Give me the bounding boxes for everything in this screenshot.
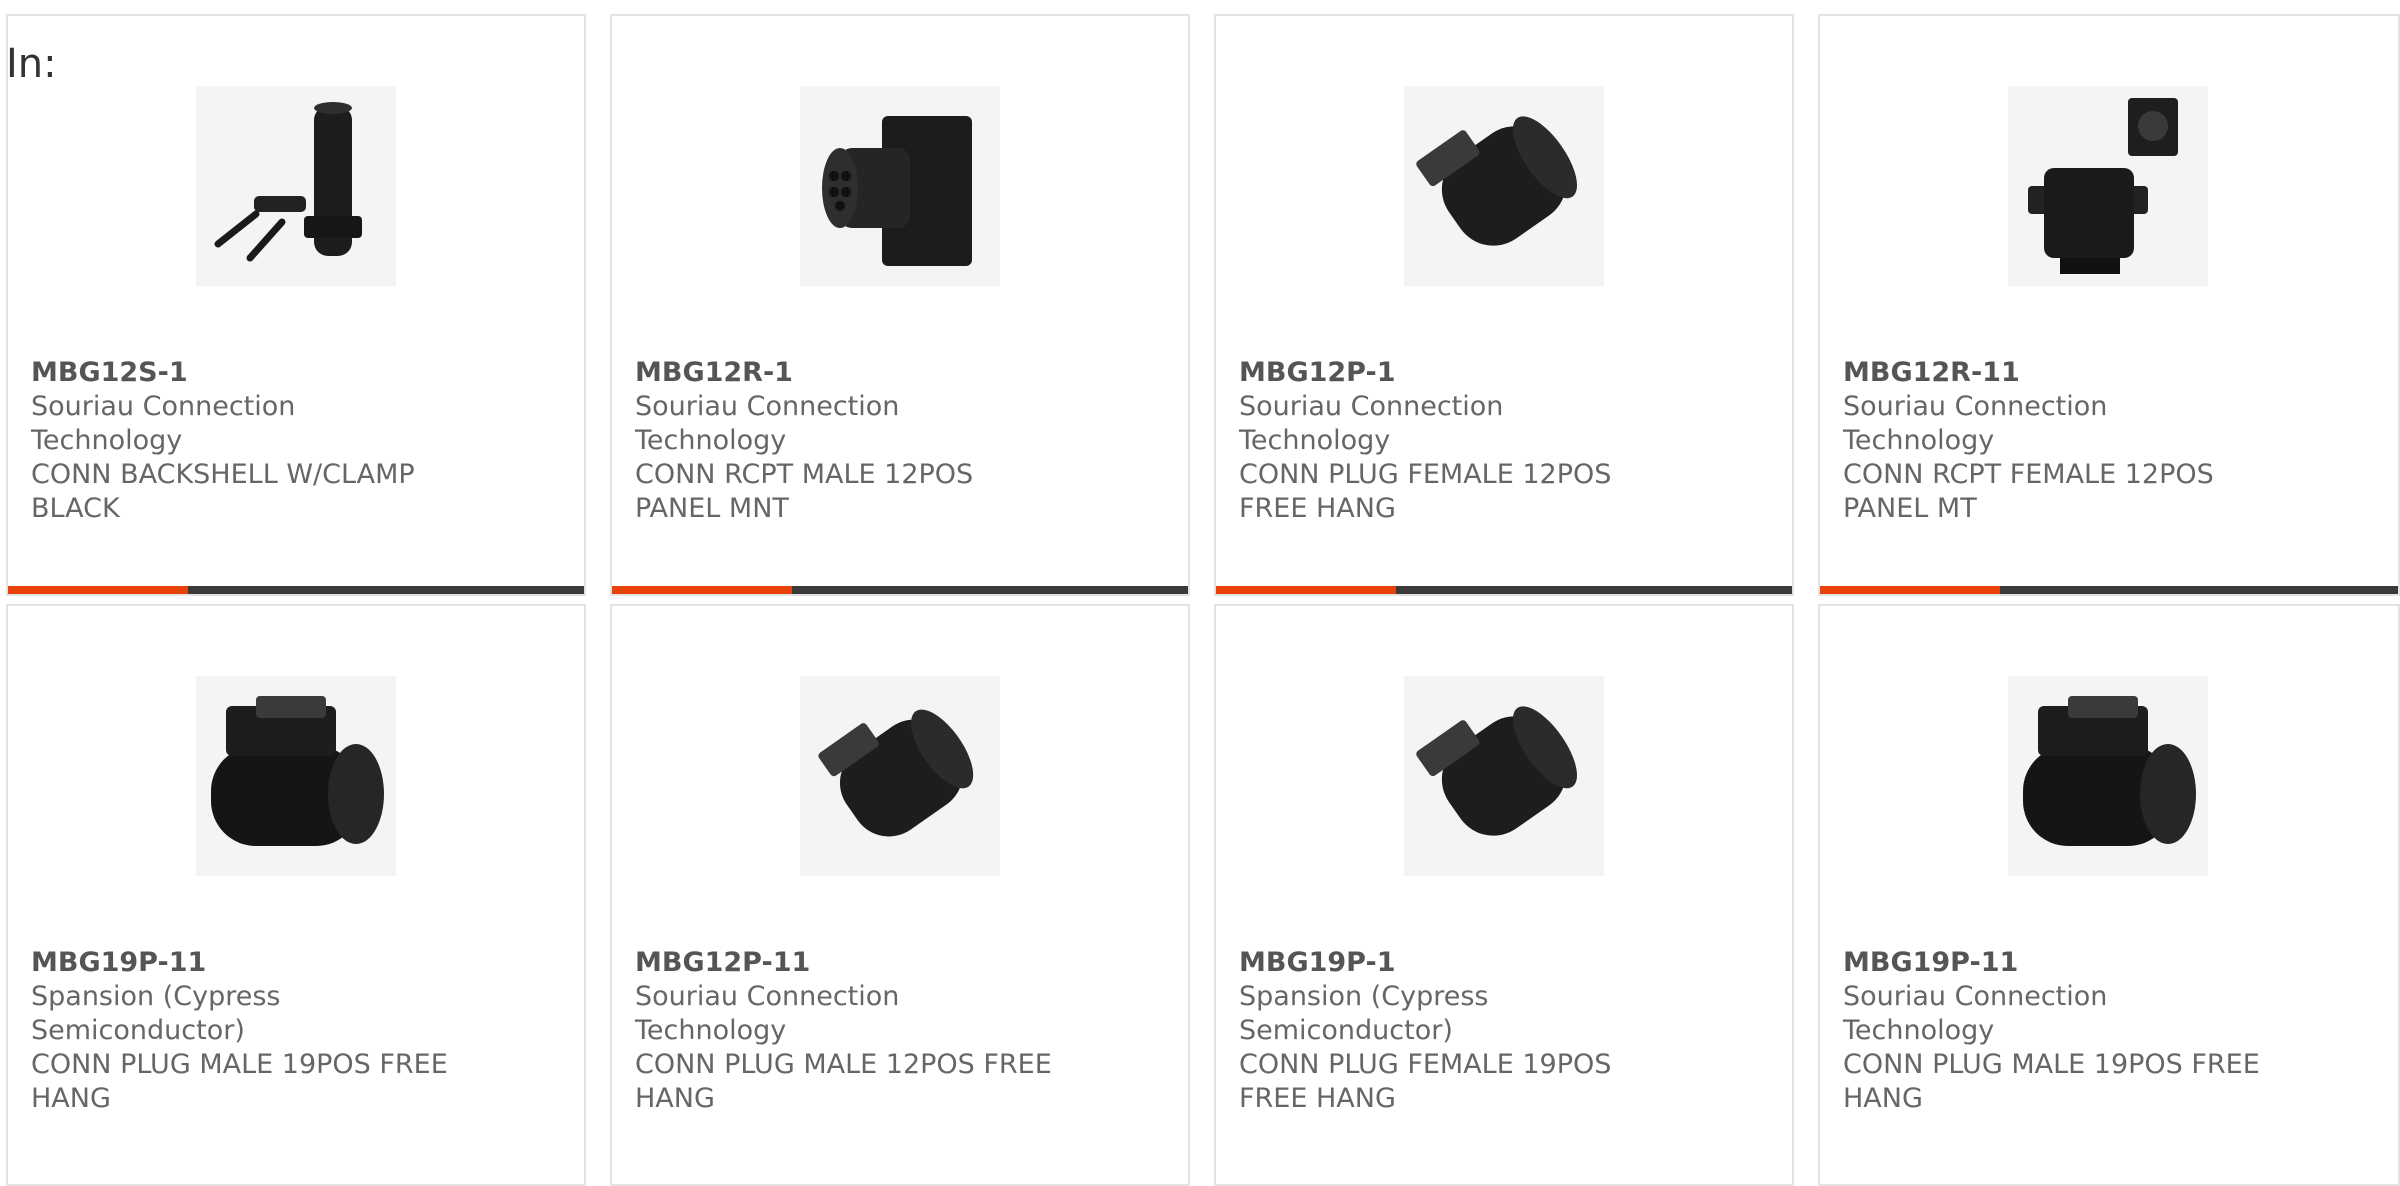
manufacturer: Souriau Connection Technology	[635, 981, 900, 1046]
product-card[interactable]: MBG19P-1 Spansion (Cypress Semiconductor…	[1214, 604, 1794, 1186]
description: CONN PLUG MALE 19POS FREE HANG	[31, 1049, 448, 1114]
receptacle-panel-image	[800, 86, 1000, 286]
product-info: MBG12S-1 Souriau Connection Technology C…	[31, 356, 451, 526]
part-number[interactable]: MBG12R-11	[1843, 356, 2263, 390]
plug-angled-image	[1404, 676, 1604, 876]
part-number[interactable]: MBG19P-11	[31, 946, 451, 980]
part-number[interactable]: MBG19P-11	[1843, 946, 2263, 980]
description: CONN PLUG MALE 19POS FREE HANG	[1843, 1049, 2260, 1114]
plug-side-image	[2008, 676, 2208, 876]
description: CONN PLUG FEMALE 12POS FREE HANG	[1239, 459, 1612, 524]
part-number[interactable]: MBG12S-1	[31, 356, 451, 390]
card-accent-bar	[1216, 586, 1792, 594]
product-info: MBG19P-11 Souriau Connection Technology …	[1843, 946, 2263, 1116]
product-info: MBG12R-11 Souriau Connection Technology …	[1843, 356, 2263, 526]
plug-angled-image	[1404, 86, 1604, 286]
description: CONN RCPT MALE 12POS PANEL MNT	[635, 459, 974, 524]
part-number[interactable]: MBG12R-1	[635, 356, 1055, 390]
manufacturer: Spansion (Cypress Semiconductor)	[31, 981, 281, 1046]
plug-angled-image	[800, 676, 1000, 876]
card-accent-bar	[612, 586, 1188, 594]
product-card[interactable]: MBG19P-11 Spansion (Cypress Semiconducto…	[6, 604, 586, 1186]
receptacle-pair-image	[2008, 86, 2208, 286]
description: CONN BACKSHELL W/CLAMP BLACK	[31, 459, 415, 524]
part-number[interactable]: MBG19P-1	[1239, 946, 1659, 980]
product-info: MBG12P-1 Souriau Connection Technology C…	[1239, 356, 1659, 526]
part-number[interactable]: MBG12P-1	[1239, 356, 1659, 390]
product-info: MBG19P-11 Spansion (Cypress Semiconducto…	[31, 946, 451, 1116]
manufacturer: Souriau Connection Technology	[31, 391, 296, 456]
part-number[interactable]: MBG12P-11	[635, 946, 1055, 980]
product-card[interactable]: MBG19P-11 Souriau Connection Technology …	[1818, 604, 2400, 1186]
plug-side-image	[196, 676, 396, 876]
manufacturer: Spansion (Cypress Semiconductor)	[1239, 981, 1489, 1046]
description: CONN RCPT FEMALE 12POS PANEL MT	[1843, 459, 2214, 524]
product-info: MBG19P-1 Spansion (Cypress Semiconductor…	[1239, 946, 1659, 1116]
manufacturer: Souriau Connection Technology	[1239, 391, 1504, 456]
description: CONN PLUG MALE 12POS FREE HANG	[635, 1049, 1052, 1114]
description: CONN PLUG FEMALE 19POS FREE HANG	[1239, 1049, 1612, 1114]
product-card[interactable]: MBG12P-1 Souriau Connection Technology C…	[1214, 14, 1794, 596]
manufacturer: Souriau Connection Technology	[1843, 391, 2108, 456]
backshell-clamp-image	[196, 86, 396, 286]
card-accent-bar	[1820, 586, 2398, 594]
card-accent-bar	[8, 586, 584, 594]
manufacturer: Souriau Connection Technology	[635, 391, 900, 456]
product-card[interactable]: MBG12R-1 Souriau Connection Technology C…	[610, 14, 1190, 596]
product-info: MBG12P-11 Souriau Connection Technology …	[635, 946, 1055, 1116]
product-card[interactable]: MBG12S-1 Souriau Connection Technology C…	[6, 14, 586, 596]
in-label: In:	[6, 41, 57, 87]
manufacturer: Souriau Connection Technology	[1843, 981, 2108, 1046]
product-info: MBG12R-1 Souriau Connection Technology C…	[635, 356, 1055, 526]
product-card[interactable]: MBG12R-11 Souriau Connection Technology …	[1818, 14, 2400, 596]
product-card[interactable]: MBG12P-11 Souriau Connection Technology …	[610, 604, 1190, 1186]
